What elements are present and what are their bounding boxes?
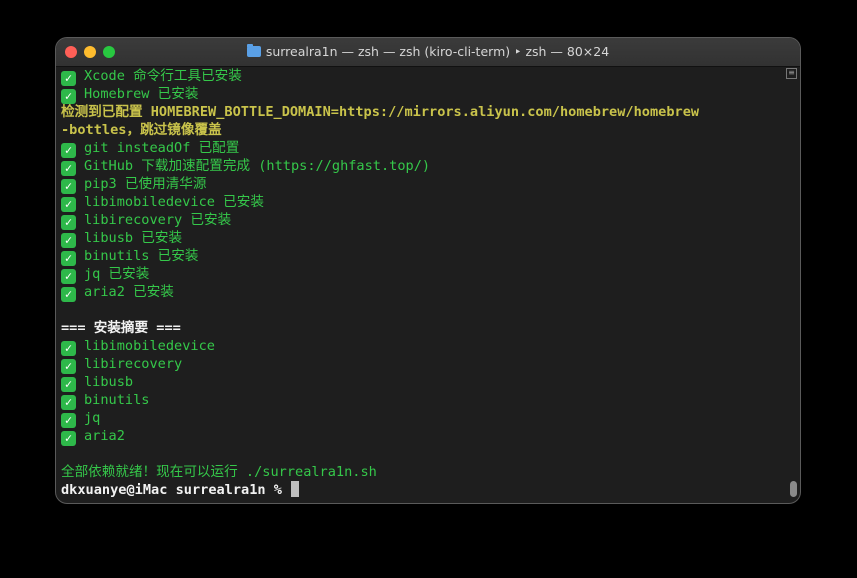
terminal-line-text: 全部依赖就绪！现在可以运行 ./surrealra1n.sh	[61, 464, 377, 480]
check-mark-icon: ✓	[61, 71, 76, 86]
check-mark-icon: ✓	[61, 359, 76, 374]
terminal-line-text: libirecovery 已安装	[84, 212, 232, 228]
terminal-line-text: libusb	[84, 374, 134, 390]
terminal-line-text: -bottles，跳过镜像覆盖	[61, 122, 222, 138]
terminal-line: ✓ aria2	[61, 427, 786, 446]
terminal-line: ✓ Homebrew 已安装	[61, 85, 786, 104]
check-mark-icon: ✓	[61, 431, 76, 446]
check-mark-icon: ✓	[61, 197, 76, 212]
terminal-line: ✓ Xcode 命令行工具已安装	[61, 67, 786, 86]
terminal-line-text: libirecovery	[84, 356, 183, 372]
terminal-line: -bottles，跳过镜像覆盖	[61, 121, 786, 139]
terminal-line-text: libusb 已安装	[84, 230, 183, 246]
terminal-line: ✓ libimobiledevice 已安装	[61, 193, 786, 212]
terminal-line: ✓ jq	[61, 409, 786, 428]
terminal-line: ✓ libimobiledevice	[61, 337, 786, 356]
terminal-line-text: binutils 已安装	[84, 248, 199, 264]
text-cursor	[291, 481, 300, 497]
prompt-line[interactable]: dkxuanye@iMac surrealra1n %	[61, 481, 786, 499]
terminal-line-text: aria2 已安装	[84, 284, 174, 300]
terminal-line: ✓ binutils 已安装	[61, 247, 786, 266]
title-bar[interactable]: surrealra1n — zsh — zsh (kiro-cli-term) …	[56, 38, 800, 67]
terminal-line-text: libimobiledevice	[84, 338, 215, 354]
check-mark-icon: ✓	[61, 89, 76, 104]
check-mark-icon: ✓	[61, 233, 76, 248]
check-mark-icon: ✓	[61, 395, 76, 410]
terminal-line: ✓ binutils	[61, 391, 786, 410]
terminal-line: ✓ GitHub 下载加速配置完成 (https://ghfast.top/)	[61, 157, 786, 176]
terminal-line: ✓ git insteadOf 已配置	[61, 139, 786, 158]
check-mark-icon: ✓	[61, 161, 76, 176]
window-title-text: surrealra1n — zsh — zsh (kiro-cli-term) …	[265, 44, 610, 59]
check-mark-icon: ✓	[61, 179, 76, 194]
terminal-line: ✓ libusb	[61, 373, 786, 392]
terminal-line-text: aria2	[84, 428, 125, 444]
terminal-line: ✓ pip3 已使用清华源	[61, 175, 786, 194]
folder-icon	[246, 44, 261, 57]
terminal-line-text: GitHub 下载加速配置完成 (https://ghfast.top/)	[84, 158, 431, 174]
terminal-line-text: binutils	[84, 392, 150, 408]
scrollbar-thumb[interactable]	[790, 481, 797, 497]
terminal-line: === 安装摘要 ===	[61, 319, 786, 337]
check-mark-icon: ✓	[61, 341, 76, 356]
terminal-line: ✓ libirecovery 已安装	[61, 211, 786, 230]
terminal-line: 全部依赖就绪！现在可以运行 ./surrealra1n.sh	[61, 463, 786, 481]
window-title: surrealra1n — zsh — zsh (kiro-cli-term) …	[56, 44, 800, 60]
terminal-line-text: Xcode 命令行工具已安装	[84, 68, 242, 84]
terminal-line-text: jq	[84, 410, 101, 426]
check-mark-icon: ✓	[61, 215, 76, 230]
check-mark-icon: ✓	[61, 143, 76, 158]
terminal-line-text: 检测到已配置 HOMEBREW_BOTTLE_DOMAIN=https://mi…	[61, 104, 700, 120]
check-mark-icon: ✓	[61, 413, 76, 428]
terminal-line-text: pip3 已使用清华源	[84, 176, 207, 192]
terminal-line-text: libimobiledevice 已安装	[84, 194, 264, 210]
terminal-line-text: git insteadOf 已配置	[84, 140, 240, 156]
split-pane-icon[interactable]: ≡	[786, 68, 797, 79]
terminal-line: ✓ libirecovery	[61, 355, 786, 374]
terminal-line: ✓ libusb 已安装	[61, 229, 786, 248]
terminal-window: surrealra1n — zsh — zsh (kiro-cli-term) …	[56, 38, 800, 503]
terminal-line: ✓ jq 已安装	[61, 265, 786, 284]
check-mark-icon: ✓	[61, 377, 76, 392]
check-mark-icon: ✓	[61, 287, 76, 302]
terminal-line: ✓ aria2 已安装	[61, 283, 786, 302]
shell-prompt: dkxuanye@iMac surrealra1n %	[61, 482, 291, 498]
terminal-line: 检测到已配置 HOMEBREW_BOTTLE_DOMAIN=https://mi…	[61, 103, 786, 121]
check-mark-icon: ✓	[61, 251, 76, 266]
terminal-line-text: Homebrew 已安装	[84, 86, 199, 102]
terminal-line-text: === 安装摘要 ===	[61, 320, 181, 336]
terminal-line-text: jq 已安装	[84, 266, 150, 282]
check-mark-icon: ✓	[61, 269, 76, 284]
terminal-output[interactable]: ✓ Xcode 命令行工具已安装 ✓ Homebrew 已安装检测到已配置 HOMEB…	[61, 67, 786, 503]
